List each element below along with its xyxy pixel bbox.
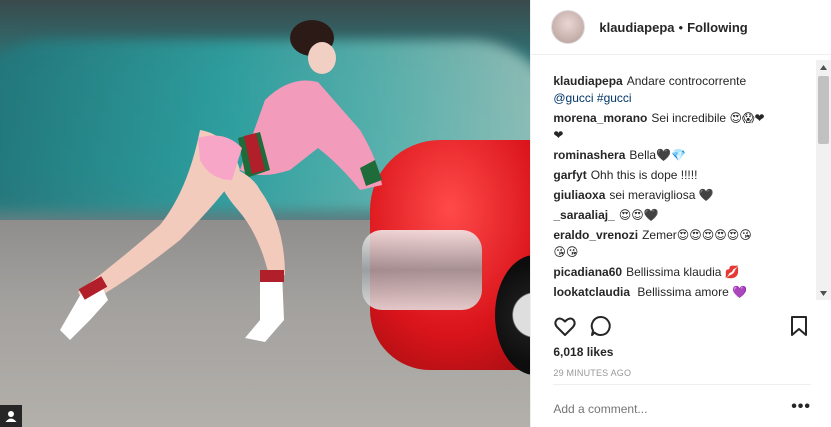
list-item: garfyt Ohh this is dope !!!!!: [553, 167, 816, 184]
list-item: lookatclaudia Bellissima amore 💜: [553, 284, 816, 301]
list-item: morena_morano Sei incredibile 😍😱❤ ❤: [553, 110, 816, 144]
comment-author[interactable]: eraldo_vrenozi: [553, 228, 638, 242]
bookmark-icon[interactable]: [787, 314, 811, 338]
comment-text: Ohh this is dope !!!!!: [590, 168, 698, 182]
comment-text: Bellissima amore: [637, 285, 729, 299]
comment-author[interactable]: giuliaoxa: [553, 188, 605, 202]
list-item: picadiana60 Bellissima klaudia 💋: [553, 264, 816, 281]
instagram-post: klaudiapepa • Following klaudiapepa Andar…: [0, 0, 831, 427]
woman-figure: [60, 20, 382, 342]
divider: [553, 384, 811, 385]
following-button[interactable]: Following: [687, 20, 748, 35]
comment-text: Zemer: [642, 228, 677, 242]
comment-emoji: 😍😍😍😍😍😘: [676, 228, 752, 242]
add-comment-input[interactable]: [553, 402, 774, 416]
post-photo[interactable]: [0, 0, 531, 427]
post-side-panel: klaudiapepa • Following klaudiapepa Andar…: [530, 0, 831, 427]
comment-emoji: 😘😘: [553, 245, 579, 259]
comment-author[interactable]: rominashera: [553, 148, 625, 162]
list-item: rominashera Bella🖤💎: [553, 147, 816, 164]
header-username[interactable]: klaudiapepa: [599, 20, 674, 35]
more-options-button[interactable]: •••: [791, 398, 811, 416]
likes-count[interactable]: 6,018 likes: [553, 345, 613, 359]
comment-text: Andare controcorrente: [626, 74, 747, 88]
comment-emoji: 💋: [724, 265, 740, 279]
list-item: eraldo_vrenozi Zemer😍😍😍😍😍😘 😘😘: [553, 227, 816, 261]
comment-author[interactable]: _saraaliaj_: [553, 208, 614, 222]
list-item: _saraaliaj_ 😍😍🖤: [553, 207, 816, 224]
post-actions: [553, 314, 811, 340]
comment-emoji: 😍😱❤: [729, 111, 765, 125]
scrollbar-thumb[interactable]: [818, 76, 829, 144]
heart-icon[interactable]: [553, 314, 577, 338]
list-item: giuliaoxa sei meravigliosa 🖤: [553, 187, 816, 204]
header-separator: •: [678, 19, 684, 35]
comment-author[interactable]: morena_morano: [553, 111, 647, 125]
comments-scrollbar[interactable]: [816, 60, 831, 300]
scroll-up-arrow-icon[interactable]: [816, 60, 831, 74]
comment-text: Bella: [629, 148, 657, 162]
comment-author[interactable]: picadiana60: [553, 265, 622, 279]
comment-emoji: 😍😍🖤: [618, 208, 659, 222]
comment-emoji: ❤: [553, 128, 564, 142]
comment-text: Bellissima klaudia: [626, 265, 722, 279]
post-timestamp: 29 MINUTES AGO: [553, 368, 632, 378]
person-icon[interactable]: [0, 405, 22, 427]
comment-emoji: 🖤: [698, 188, 714, 202]
comment-text: Sei incredibile: [651, 111, 727, 125]
scroll-down-arrow-icon[interactable]: [816, 286, 831, 300]
comment-author[interactable]: klaudiapepa: [553, 74, 622, 88]
comment-author[interactable]: lookatclaudia: [553, 285, 630, 299]
comments-list: klaudiapepa Andare controcorrente @gucci …: [531, 55, 816, 305]
post-header: klaudiapepa • Following: [531, 0, 831, 55]
comment-author[interactable]: garfyt: [553, 168, 586, 182]
caption-tags[interactable]: @gucci #gucci: [553, 91, 631, 105]
comment-emoji: 💜: [732, 285, 748, 299]
comment-emoji: 🖤💎: [656, 148, 686, 162]
comment-text: sei meravigliosa: [609, 188, 696, 202]
avatar[interactable]: [551, 10, 586, 44]
comment-bubble-icon[interactable]: [589, 314, 613, 338]
caption: klaudiapepa Andare controcorrente @gucci …: [553, 73, 816, 107]
